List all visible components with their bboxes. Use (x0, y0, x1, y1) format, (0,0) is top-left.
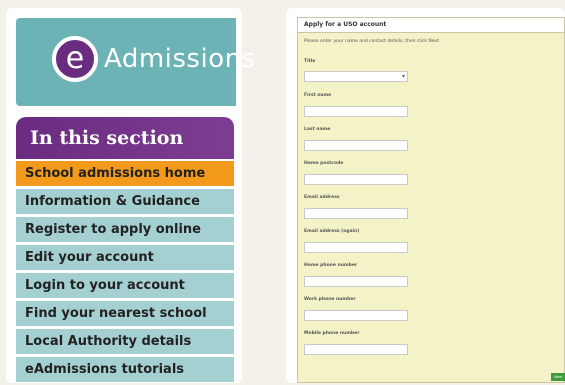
last-name-label: Last name (304, 127, 331, 132)
section-heading: In this section (16, 117, 234, 159)
nav-item-local-authority-details[interactable]: Local Authority details (16, 329, 234, 354)
email-label: Email address (304, 195, 340, 200)
nav-item-register-to-apply[interactable]: Register to apply online (16, 217, 234, 242)
email-field[interactable] (304, 208, 408, 219)
work-phone-label: Work phone number (304, 297, 356, 302)
eadmissions-logo-icon: e (52, 36, 98, 82)
home-phone-label: Home phone number (304, 263, 358, 268)
chevron-down-icon: ▾ (401, 73, 405, 80)
nav-item-find-nearest-school[interactable]: Find your nearest school (16, 301, 234, 326)
home-postcode-field[interactable] (304, 174, 408, 185)
home-postcode-label: Home postcode (304, 161, 344, 166)
nav-item-edit-account[interactable]: Edit your account (16, 245, 234, 270)
nav-item-login[interactable]: Login to your account (16, 273, 234, 298)
section-nav: School admissions home Information & Gui… (16, 161, 234, 385)
first-name-field[interactable] (304, 106, 408, 117)
title-label: Title (304, 59, 316, 64)
form-title: Apply for a USO account (298, 18, 564, 33)
brand-name: Admissions (104, 44, 256, 74)
first-name-label: First name (304, 93, 332, 98)
mobile-phone-field[interactable] (304, 344, 408, 355)
home-phone-field[interactable] (304, 276, 408, 287)
work-phone-field[interactable] (304, 310, 408, 321)
mobile-phone-label: Mobile phone number (304, 331, 360, 336)
nav-item-eadmissions-tutorials[interactable]: eAdmissions tutorials (16, 357, 234, 382)
email-again-label: Email address (again) (304, 229, 360, 234)
eadmissions-logo-banner[interactable]: e Admissions (16, 18, 255, 106)
email-again-field[interactable] (304, 242, 408, 253)
next-button[interactable]: Next (551, 373, 565, 381)
uso-account-form: Apply for a USO account Please enter you… (297, 17, 565, 383)
last-name-field[interactable] (304, 140, 408, 151)
title-select[interactable]: ▾ (304, 71, 408, 82)
form-intro: Please enter your name and contact detai… (304, 39, 441, 44)
nav-item-information-guidance[interactable]: Information & Guidance (16, 189, 234, 214)
nav-item-school-admissions-home[interactable]: School admissions home (16, 161, 234, 186)
